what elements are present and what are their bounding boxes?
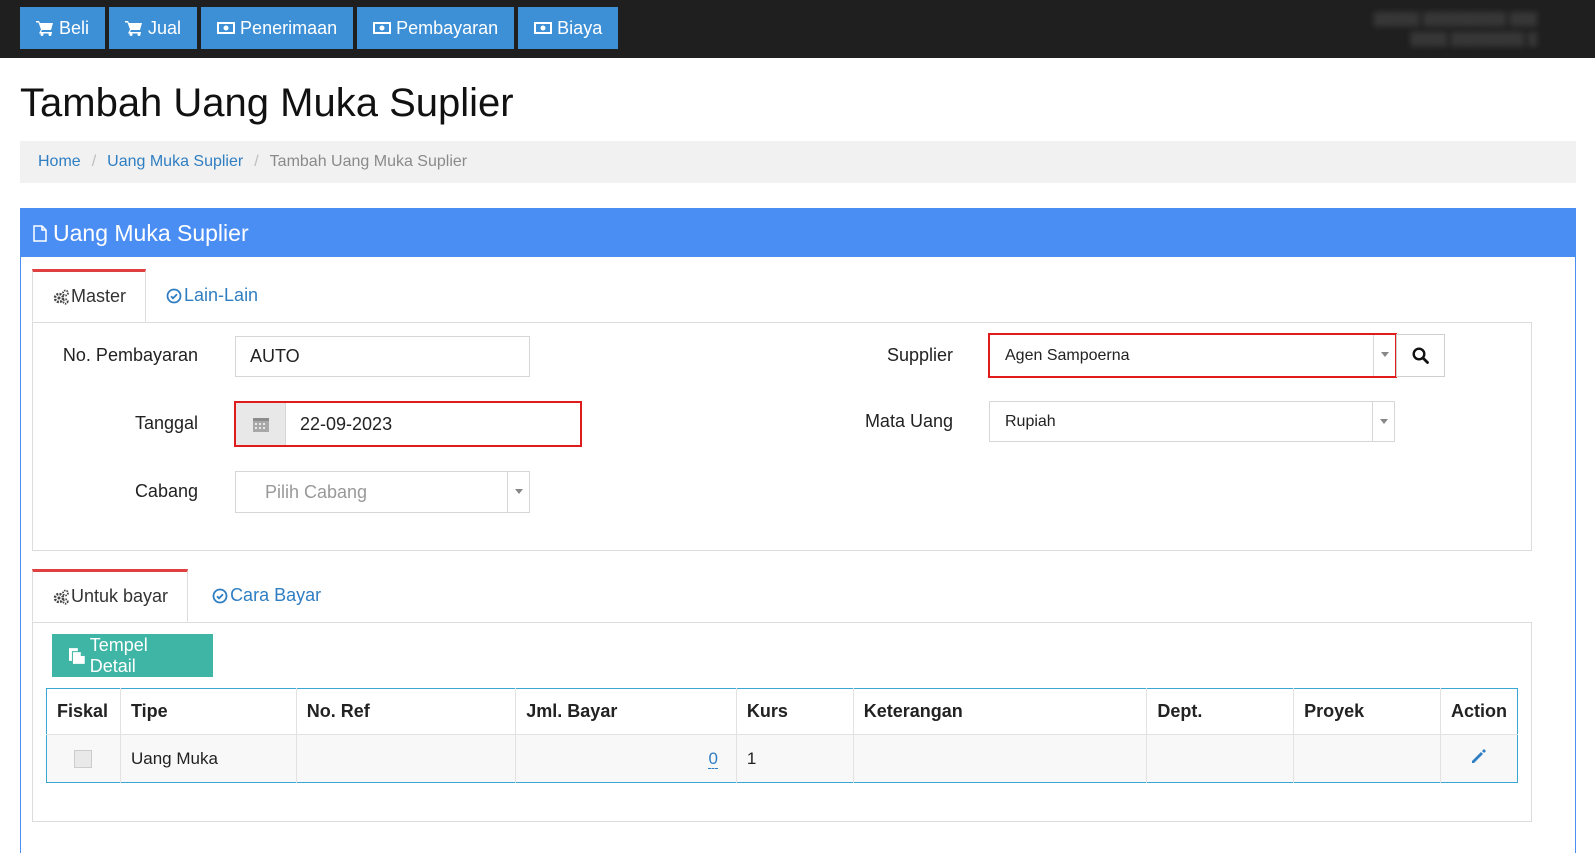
cart-icon	[36, 21, 53, 36]
breadcrumb-separator: /	[91, 153, 97, 170]
chevron-down-icon	[1373, 335, 1395, 376]
col-proyek: Proyek	[1293, 688, 1441, 735]
nav-penerimaan-button[interactable]: Penerimaan	[201, 7, 354, 49]
master-tabs: Master Lain-Lain	[32, 269, 277, 322]
chevron-down-icon	[1372, 402, 1394, 441]
search-icon	[1412, 347, 1429, 364]
edit-pencil-icon[interactable]	[1469, 746, 1489, 766]
dept-cell	[1146, 734, 1295, 783]
breadcrumb-current: Tambah Uang Muka Suplier	[269, 153, 468, 170]
cogs-icon	[53, 589, 69, 605]
calendar-icon	[252, 418, 269, 432]
table-header-row: Fiskal Tipe No. Ref Jml. Bayar Kurs Kete…	[46, 688, 1518, 735]
nav-penerimaan-label: Penerimaan	[240, 17, 338, 38]
detail-tabs: Untuk bayar Cara Bayar	[32, 569, 340, 622]
supplier-label: Supplier	[886, 345, 953, 365]
col-tipe: Tipe	[120, 688, 297, 735]
breadcrumb-parent-link[interactable]: Uang Muka Suplier	[107, 153, 243, 171]
tab-lain-lain-label: Lain-Lain	[184, 285, 259, 305]
no-pembayaran-label: No. Pembayaran	[62, 345, 198, 365]
table-row: Uang Muka 0 1	[46, 734, 1518, 783]
proyek-cell	[1293, 734, 1441, 783]
money-icon	[534, 22, 553, 34]
tempel-detail-button[interactable]: Tempel Detail	[52, 634, 213, 677]
tab-master[interactable]: Master	[32, 269, 147, 322]
supplier-value: Agen Sampoerna	[1005, 346, 1130, 364]
kurs-cell: 1	[736, 734, 854, 783]
nav-beli-label: Beli	[59, 17, 90, 38]
chevron-down-icon	[507, 472, 529, 512]
tab-untuk-bayar[interactable]: Untuk bayar	[32, 569, 189, 622]
top-nav: Beli Jual Penerimaan Pembayaran Biaya	[20, 7, 619, 49]
tab-untuk-bayar-label: Untuk bayar	[71, 586, 169, 606]
nav-pembayaran-button[interactable]: Pembayaran	[357, 7, 515, 49]
tanggal-input[interactable]: 22-09-2023	[234, 401, 582, 447]
supplier-select[interactable]: Agen Sampoerna	[988, 333, 1397, 378]
col-dept: Dept.	[1146, 688, 1295, 735]
tanggal-value: 22-09-2023	[300, 413, 393, 434]
tipe-cell: Uang Muka	[120, 734, 297, 783]
nav-jual-button[interactable]: Jual	[109, 7, 198, 49]
tempel-detail-label: Tempel Detail	[89, 634, 148, 676]
col-kurs: Kurs	[736, 688, 854, 735]
check-circle-icon	[166, 288, 182, 303]
calendar-addon[interactable]	[236, 403, 286, 445]
nav-beli-button[interactable]: Beli	[20, 7, 106, 49]
breadcrumb-separator: /	[254, 153, 259, 170]
cart-icon	[125, 21, 143, 36]
top-navbar: Beli Jual Penerimaan Pembayaran Biaya ░░…	[0, 0, 1595, 58]
col-no-ref: No. Ref	[296, 688, 517, 735]
detail-table: Fiskal Tipe No. Ref Jml. Bayar Kurs Kete…	[46, 688, 1518, 783]
mata-uang-label: Mata Uang	[864, 411, 953, 431]
copy-icon	[68, 647, 85, 664]
col-keterangan: Keterangan	[853, 688, 1148, 735]
tab-cara-bayar-label: Cara Bayar	[230, 585, 322, 605]
tab-cara-bayar[interactable]: Cara Bayar	[188, 569, 340, 622]
page-title: Tambah Uang Muka Suplier	[20, 81, 514, 125]
nav-pembayaran-label: Pembayaran	[396, 17, 499, 38]
panel-header: Uang Muka Suplier	[21, 209, 1575, 257]
nav-biaya-button[interactable]: Biaya	[518, 7, 619, 49]
check-circle-icon	[212, 588, 228, 603]
user-info-blurred: ░░░░░ ░░░░░░░░░ ░░░ ░░░░ ░░░░░░░░ ░	[1373, 11, 1537, 46]
no-ref-cell	[296, 734, 517, 783]
jml-bayar-cell: 0	[515, 734, 737, 783]
tanggal-label: Tanggal	[134, 413, 198, 433]
panel-title: Uang Muka Suplier	[53, 219, 249, 246]
cabang-placeholder: Pilih Cabang	[265, 481, 368, 502]
mata-uang-value: Rupiah	[1005, 412, 1056, 430]
money-icon	[373, 22, 392, 34]
cogs-icon	[53, 289, 69, 305]
col-action: Action	[1440, 688, 1518, 735]
cabang-label: Cabang	[134, 481, 198, 501]
keterangan-cell	[853, 734, 1148, 783]
jml-bayar-editable[interactable]: 0	[708, 748, 718, 769]
tab-master-label: Master	[71, 286, 127, 306]
supplier-search-button[interactable]	[1396, 334, 1445, 377]
nav-biaya-label: Biaya	[557, 17, 603, 38]
col-jml-bayar: Jml. Bayar	[515, 688, 737, 735]
action-cell	[1440, 734, 1518, 783]
money-icon	[217, 22, 236, 34]
cabang-select[interactable]: Pilih Cabang	[235, 471, 530, 513]
mata-uang-select[interactable]: Rupiah	[989, 401, 1395, 442]
col-fiskal: Fiskal	[46, 688, 121, 735]
breadcrumb: Home / Uang Muka Suplier / Tambah Uang M…	[20, 141, 1576, 183]
nav-jual-label: Jual	[148, 17, 182, 38]
fiskal-cell	[46, 734, 121, 783]
no-pembayaran-input[interactable]: AUTO	[235, 336, 530, 377]
breadcrumb-home-link[interactable]: Home	[38, 153, 81, 171]
file-icon	[33, 224, 47, 242]
tab-lain-lain[interactable]: Lain-Lain	[146, 269, 277, 322]
fiskal-checkbox[interactable]	[74, 749, 93, 768]
